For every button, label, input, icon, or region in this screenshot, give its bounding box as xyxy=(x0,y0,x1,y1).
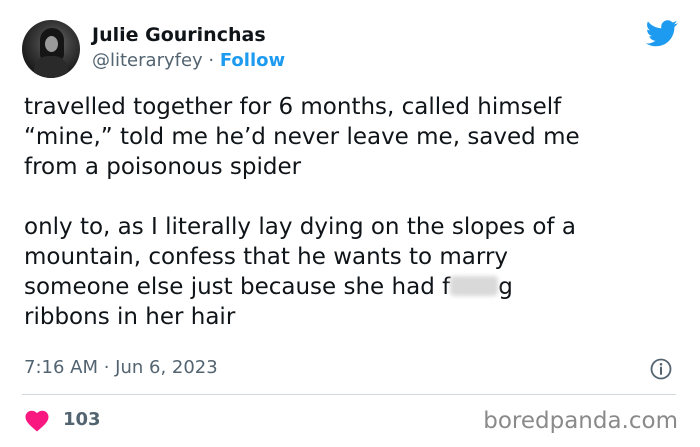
divider xyxy=(22,394,676,395)
avatar-face xyxy=(45,36,58,52)
heart-icon[interactable] xyxy=(24,409,50,432)
like-count[interactable]: 103 xyxy=(63,409,101,430)
source-watermark: boredpanda.com xyxy=(483,408,678,434)
tweet-text-part1: travelled together for 6 months, called … xyxy=(24,94,580,300)
info-icon[interactable] xyxy=(650,358,672,380)
author-handle[interactable]: @literaryfey xyxy=(92,50,203,71)
tweet-timestamp[interactable]: 7:16 AM · Jun 6, 2023 xyxy=(24,357,218,378)
avatar-body xyxy=(34,56,68,78)
author-handle-line: @literaryfey · Follow xyxy=(92,50,285,71)
tweet-card: Julie Gourinchas @literaryfey · Follow t… xyxy=(0,0,700,447)
censor-blur xyxy=(450,276,499,296)
tweet-text: travelled together for 6 months, called … xyxy=(24,92,664,332)
twitter-bird-icon[interactable] xyxy=(646,20,678,47)
follow-button[interactable]: Follow xyxy=(220,50,285,71)
author-name[interactable]: Julie Gourinchas xyxy=(92,24,266,46)
avatar[interactable] xyxy=(22,20,80,78)
handle-separator: · xyxy=(202,50,220,71)
